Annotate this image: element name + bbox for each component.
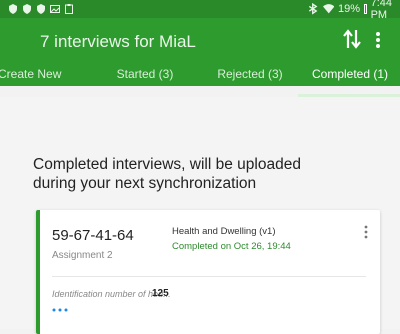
tab-rejected[interactable]: Rejected (3) [210,64,290,86]
interview-id: 59-67-41-64 [52,227,134,244]
more-horiz-icon[interactable] [52,306,68,314]
image-icon [50,5,60,13]
assignment-label: Assignment 2 [52,250,113,261]
status-bar: 19% 7:44 PM [0,0,400,21]
shield-icon [37,4,45,14]
bluetooth-icon [308,3,318,15]
app-bar: 7 interviews for MiaL Create New Started… [0,18,400,86]
tab-bar: Create New Started (3) Rejected (3) Comp… [0,64,400,86]
battery-percent: 19% [338,3,361,15]
shield-icon [9,4,17,14]
battery-icon [364,4,367,14]
interview-card[interactable]: 59-67-41-64 Assignment 2 Health and Dwel… [36,210,380,334]
shield-icon [23,4,31,14]
status-notification-icons [8,4,74,14]
completion-status: Completed on Oct 26, 19:44 [172,241,291,252]
tab-started[interactable]: Started (3) [110,64,180,86]
main-content: Completed interviews, will be uploaded d… [0,97,400,334]
questionnaire-title: Health and Dwelling (v1) [172,226,276,237]
card-more-vert-icon[interactable] [361,224,371,240]
more-vert-icon[interactable] [368,26,388,52]
wifi-icon [322,4,334,14]
info-message: Completed interviews, will be uploaded d… [33,156,301,192]
page-title: 7 interviews for MiaL [40,32,196,51]
identifying-field-value: 125 [152,288,169,299]
clipboard-icon [65,4,73,14]
tab-create-new[interactable]: Create New [0,64,61,86]
card-accent-bar [36,210,40,334]
card-divider [52,276,366,277]
tab-completed[interactable]: Completed (1) [305,64,395,86]
sync-icon[interactable] [340,26,364,52]
